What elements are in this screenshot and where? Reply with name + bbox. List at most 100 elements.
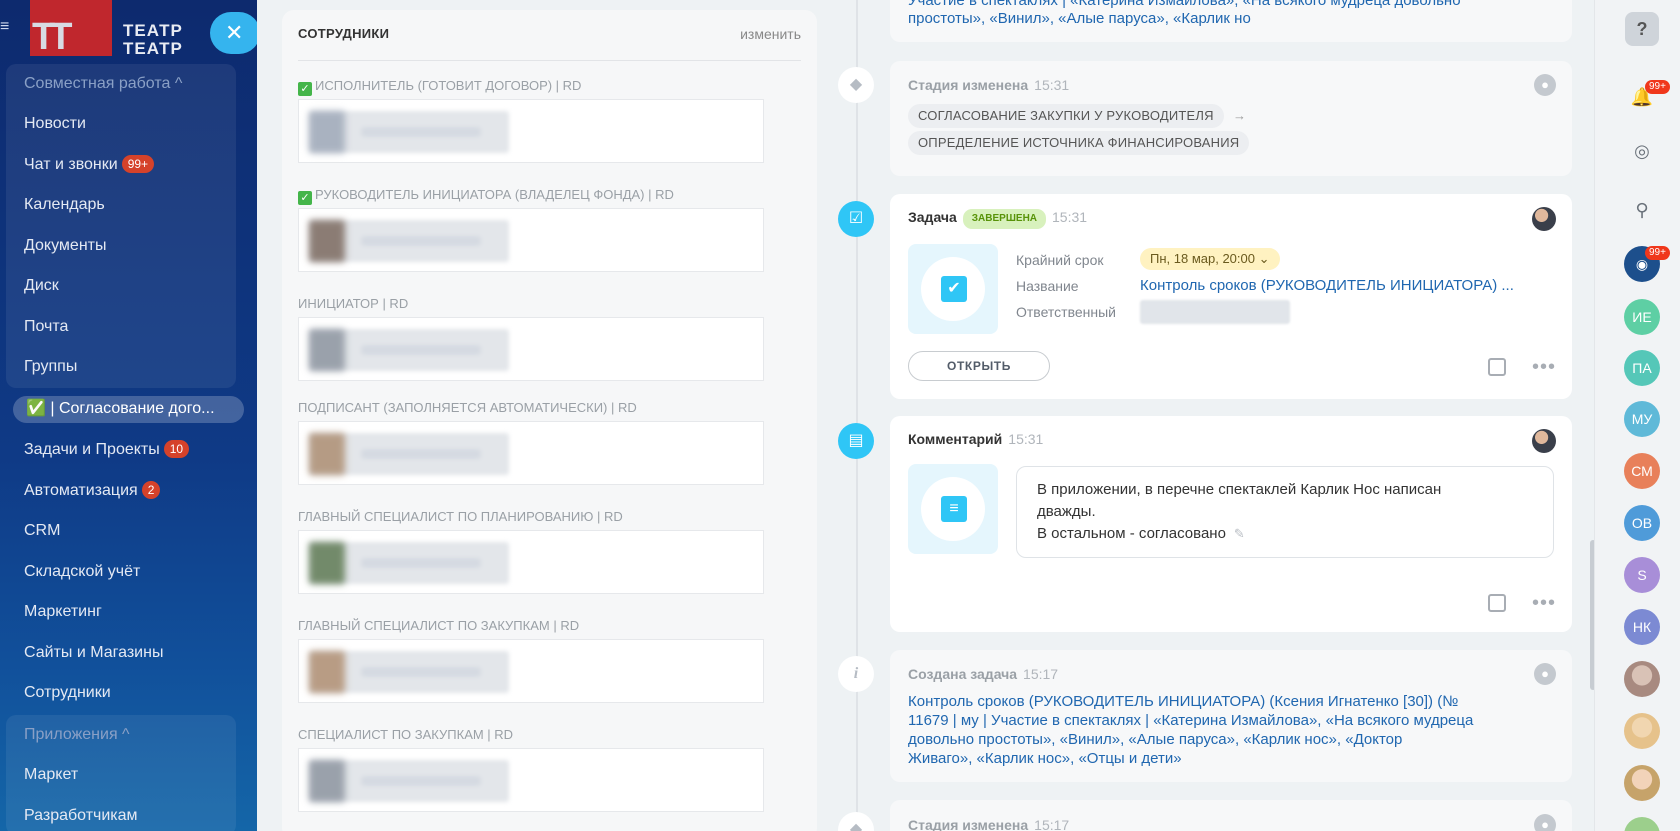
nav-group-collaboration-toggle[interactable]: Совместная работа ^ <box>24 73 182 95</box>
role-label: ✓ РУКОВОДИТЕЛЬ ИНИЦИАТОРА (ВЛАДЕЛЕЦ ФОНДА… <box>298 187 674 205</box>
history-card-partial: Участие в спектаклях | «Катерина Измайло… <box>890 0 1572 42</box>
logo-text: ТЕАТР ТЕАТР <box>123 21 183 58</box>
responsible-blurred[interactable] <box>1140 300 1290 324</box>
timeline-line <box>856 0 858 831</box>
note-icon[interactable] <box>1488 594 1506 612</box>
deadline-label: Крайний срок <box>1016 252 1104 268</box>
card-title: Стадия изменена 15:31 <box>908 77 1070 93</box>
more-icon[interactable]: ••• <box>1532 357 1556 377</box>
avatar-pa[interactable]: ПА <box>1624 350 1660 386</box>
comment-text: В приложении, в перечне спектаклей Карли… <box>1016 466 1554 558</box>
nav-item-label: Чат и звонки <box>24 156 118 173</box>
note-icon[interactable] <box>1488 358 1506 376</box>
edit-link[interactable]: изменить <box>740 26 801 42</box>
nav-item-warehouse[interactable]: Складской учёт <box>24 561 140 583</box>
card-title: Стадия изменена 15:17 <box>908 817 1070 831</box>
close-menu-button[interactable]: ✕ <box>210 12 257 54</box>
timeline: Участие в спектаклях | «Катерина Измайло… <box>838 0 1578 831</box>
role-user-field[interactable] <box>298 639 764 703</box>
open-button[interactable]: ОТКРЫТЬ <box>908 351 1050 381</box>
avatar-sm[interactable]: СМ <box>1624 453 1660 489</box>
nav-item-documents[interactable]: Документы <box>24 235 106 257</box>
automation-badge: 2 <box>141 481 161 499</box>
notifications-badge: 99+ <box>1645 80 1670 94</box>
nav-item-chat[interactable]: Чат и звонки 99+ <box>24 154 155 176</box>
comment-card: Комментарий 15:31 ≡ В приложении, в переч… <box>890 416 1572 632</box>
comment-preview-icon: ≡ <box>908 464 998 554</box>
nav-item-groups[interactable]: Группы <box>24 356 77 378</box>
avatar-s[interactable]: S <box>1624 557 1660 593</box>
nav-item-news[interactable]: Новости <box>24 113 86 135</box>
avatar <box>309 760 345 802</box>
user-icon[interactable]: ● <box>1534 814 1556 831</box>
tag-icon: ◆ <box>838 812 874 831</box>
avatar-ov[interactable]: ОВ <box>1624 505 1660 541</box>
search-icon[interactable]: ⚲ <box>1627 195 1657 225</box>
avatar-mu[interactable]: МУ <box>1624 401 1660 437</box>
nav-item-developers[interactable]: Разработчикам <box>24 805 138 827</box>
status-badge: ЗАВЕРШЕНА <box>962 209 1047 229</box>
avatar <box>309 220 345 262</box>
role-user-field[interactable] <box>298 530 764 594</box>
nav-item-market[interactable]: Маркет <box>24 764 78 786</box>
nav-item-mail[interactable]: Почта <box>24 316 68 338</box>
nav-item-calendar[interactable]: Календарь <box>24 194 105 216</box>
chat-badge: 99+ <box>121 155 155 173</box>
avatar-photo[interactable] <box>1624 713 1660 749</box>
logo[interactable]: TT <box>30 0 112 58</box>
user-icon[interactable]: ● <box>1534 74 1556 96</box>
role-label: ПОДПИСАНТ (ЗАПОЛНЯЕТСЯ АВТОМАТИЧЕСКИ) | … <box>298 400 637 415</box>
role-label: ИНИЦИАТОР | RD <box>298 296 409 311</box>
avatar <box>309 329 345 371</box>
deadline-badge[interactable]: Пн, 18 мар, 20:00 ⌄ <box>1140 248 1280 270</box>
blurred-user <box>309 542 509 584</box>
nav-item-disk[interactable]: Диск <box>24 275 59 297</box>
avatar[interactable] <box>1532 207 1556 231</box>
nav-item-sites[interactable]: Сайты и Магазины <box>24 642 163 664</box>
tag-icon: ◆ <box>838 67 874 103</box>
nav-item-employees[interactable]: Сотрудники <box>24 682 111 704</box>
logo-mark-text: TT <box>32 16 73 58</box>
role-user-field[interactable] <box>298 208 764 272</box>
more-icon[interactable]: ••• <box>1532 593 1556 613</box>
avatar <box>309 542 345 584</box>
name-label: Название <box>1016 278 1079 294</box>
chevron-down-icon: ⌄ <box>1258 251 1270 266</box>
card-title: Задача ЗАВЕРШЕНА 15:31 <box>908 209 1087 229</box>
help-icon[interactable]: ? <box>1625 12 1659 46</box>
avatar-ie[interactable]: ИЕ <box>1624 299 1660 335</box>
menu-icon[interactable]: ≡ <box>0 19 14 35</box>
avatar-photo[interactable] <box>1624 661 1660 697</box>
card-title: Комментарий 15:31 <box>908 431 1044 447</box>
task-icon: ☑ <box>838 201 874 237</box>
nav-item-automation[interactable]: Автоматизация 2 <box>24 480 161 502</box>
panel-title: СОТРУДНИКИ <box>298 26 390 41</box>
role-user-field[interactable] <box>298 421 764 485</box>
user-icon[interactable]: ● <box>1534 663 1556 685</box>
deadline-field[interactable]: Пн, 18 мар, 20:00 ⌄ <box>1140 248 1280 270</box>
role-user-field[interactable] <box>298 748 764 812</box>
chat-icon[interactable]: ◎ <box>1627 136 1657 166</box>
task-created-link[interactable]: Контроль сроков (РУКОВОДИТЕЛЬ ИНИЦИАТОРА… <box>908 692 1473 768</box>
avatar-nk[interactable]: НК <box>1624 609 1660 645</box>
avatar-photo[interactable] <box>1624 765 1660 801</box>
nav-item-label: Автоматизация <box>24 482 138 499</box>
nav-item-tasks[interactable]: Задачи и Проекты 10 <box>24 439 190 461</box>
pencil-icon[interactable]: ✎ <box>1234 526 1245 541</box>
nav-group-apps-toggle[interactable]: Приложения ^ <box>24 724 130 746</box>
role-user-field[interactable] <box>298 317 764 381</box>
right-bar: ? 🔔 99+ ◎ ⚲ ◉ 99+ ИЕ ПА МУ СМ ОВ S НК <box>1594 0 1680 831</box>
role-user-field[interactable] <box>298 99 764 163</box>
role-label: ГЛАВНЫЙ СПЕЦИАЛИСТ ПО ПЛАНИРОВАНИЮ | RD <box>298 509 623 524</box>
comment-icon: ▤ <box>838 423 874 459</box>
avatar[interactable] <box>1532 429 1556 453</box>
avatar-photo[interactable] <box>1624 817 1660 831</box>
avatar <box>309 433 345 475</box>
nav-item-crm[interactable]: CRM <box>24 520 60 542</box>
history-link[interactable]: Участие в спектаклях | «Катерина Измайло… <box>908 0 1461 28</box>
card-title: Создана задача 15:17 <box>908 666 1059 682</box>
task-name-link[interactable]: Контроль сроков (РУКОВОДИТЕЛЬ ИНИЦИАТОРА… <box>1140 277 1514 294</box>
nav-item-label: Задачи и Проекты <box>24 441 160 458</box>
nav-item-contract-approval[interactable]: ✅ | Согласование дого... <box>26 398 215 420</box>
nav-item-marketing[interactable]: Маркетинг <box>24 601 102 623</box>
